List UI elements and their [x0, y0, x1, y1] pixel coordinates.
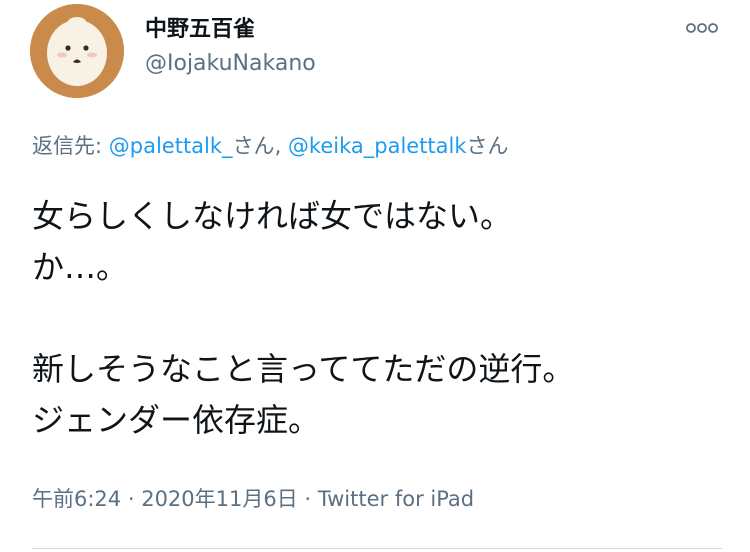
- divider: [32, 548, 722, 549]
- mention-suffix: さん: [466, 134, 509, 158]
- tweet-text-line: 新しそうなこと言っててただの逆行。: [32, 350, 575, 388]
- tweet-source[interactable]: Twitter for iPad: [318, 487, 474, 511]
- meta-separator: ·: [297, 487, 318, 511]
- mention-separator: ,: [274, 134, 288, 158]
- tweet-text-line: ジェンダー依存症。: [32, 401, 321, 439]
- more-options-icon: [686, 23, 718, 33]
- more-options-button[interactable]: [682, 14, 722, 42]
- tweet-text-line: か…。: [32, 248, 129, 286]
- reply-prefix: 返信先:: [32, 134, 109, 158]
- tweet-metadata: 午前6:24 · 2020年11月6日 · Twitter for iPad: [32, 485, 474, 513]
- tweet-date[interactable]: 2020年11月6日: [141, 487, 298, 511]
- cartoon-face-avatar-icon: [30, 4, 124, 98]
- user-handle[interactable]: @IojakuNakano: [145, 50, 316, 78]
- tweet-text-line: 女らしくしなければ女ではない。: [32, 197, 513, 235]
- reply-context: 返信先: @palettalk_さん, @keika_palettalkさん: [32, 132, 509, 160]
- display-name[interactable]: 中野五百雀: [145, 16, 255, 44]
- tweet-text-line: [32, 293, 722, 344]
- mention-link[interactable]: @keika_palettalk: [288, 134, 467, 158]
- tweet: 中野五百雀 @IojakuNakano 返信先: @palettalk_さん, …: [0, 0, 750, 552]
- tweet-time[interactable]: 午前6:24: [32, 487, 121, 511]
- tweet-text: 女らしくしなければ女ではない。 か…。 新しそうなこと言っててただの逆行。 ジェ…: [32, 191, 722, 446]
- meta-separator: ·: [121, 487, 142, 511]
- avatar[interactable]: [30, 4, 124, 98]
- mention-suffix: さん: [232, 134, 275, 158]
- mention-link[interactable]: @palettalk_: [109, 134, 233, 158]
